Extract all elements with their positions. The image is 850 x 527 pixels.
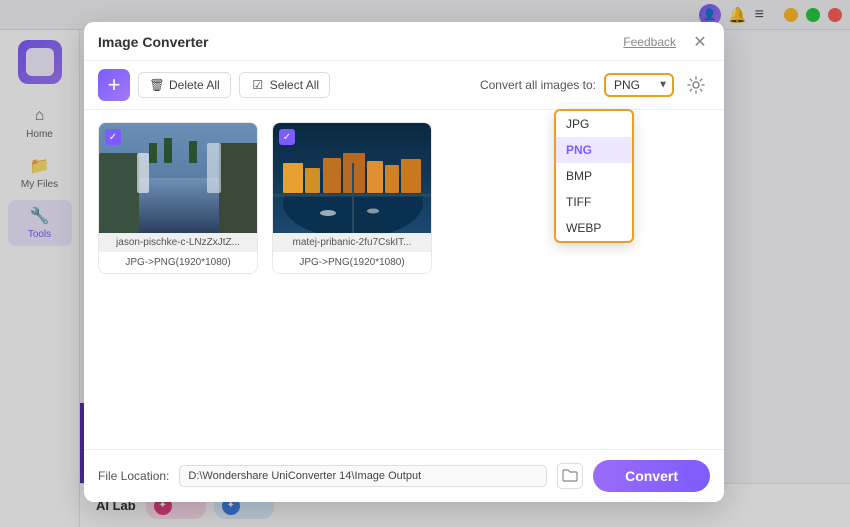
feedback-link[interactable]: Feedback xyxy=(623,35,676,49)
image-card-2-checkbox[interactable]: ✓ xyxy=(279,129,295,145)
image-card-2[interactable]: ✓ xyxy=(272,122,432,274)
dialog-title: Image Converter xyxy=(98,34,208,50)
aerial-city-svg xyxy=(273,123,431,233)
format-dropdown: JPG PNG BMP TIFF WEBP xyxy=(554,109,634,243)
select-icon: ☑ xyxy=(250,77,266,93)
format-selector[interactable]: PNG xyxy=(604,73,674,97)
toolbar-row: + 🗑 Delete All ☑ Select All Convert all … xyxy=(84,61,724,110)
dialog-header: Image Converter Feedback ✕ xyxy=(84,22,724,61)
format-option-webp[interactable]: WEBP xyxy=(556,215,632,241)
format-option-jpg[interactable]: JPG xyxy=(556,111,632,137)
waterfall-image xyxy=(99,123,257,233)
add-image-button[interactable]: + xyxy=(98,69,130,101)
format-option-bmp[interactable]: BMP xyxy=(556,163,632,189)
format-option-png[interactable]: PNG xyxy=(556,137,632,163)
convert-all-label: Convert all images to: xyxy=(480,78,596,92)
waterfall-svg xyxy=(99,123,257,233)
image-card-2-name: matej-pribanic-2fu7CskIT... xyxy=(273,233,431,251)
dialog-header-actions: Feedback ✕ xyxy=(623,32,710,52)
format-option-tiff[interactable]: TIFF xyxy=(556,189,632,215)
image-card-2-label: JPG->PNG(1920*1080) xyxy=(273,251,431,273)
select-all-button[interactable]: ☑ Select All xyxy=(239,72,330,98)
image-card-2-thumbnail xyxy=(273,123,431,233)
image-converter-dialog: Image Converter Feedback ✕ + 🗑 Delete Al… xyxy=(84,22,724,502)
browse-folder-button[interactable] xyxy=(557,463,583,489)
file-location-label: File Location: xyxy=(98,469,169,483)
settings-button[interactable] xyxy=(682,71,710,99)
delete-icon: 🗑 xyxy=(149,77,165,93)
dialog-close-button[interactable]: ✕ xyxy=(690,32,710,52)
image-card-1-thumbnail xyxy=(99,123,257,233)
convert-button[interactable]: Convert xyxy=(593,460,710,492)
gear-icon xyxy=(687,76,705,94)
delete-all-button[interactable]: 🗑 Delete All xyxy=(138,72,231,98)
app-background: 👤 🔔 ≡ ⌂ Home 📁 My Files 🔧 Tools xyxy=(0,0,850,527)
format-selector-wrapper: PNG ▼ JPG PNG BMP TIFF WEBP xyxy=(604,73,674,97)
folder-open-icon xyxy=(562,468,578,484)
image-card-1-label: JPG->PNG(1920*1080) xyxy=(99,251,257,273)
image-card-1[interactable]: ✓ xyxy=(98,122,258,274)
file-location-input[interactable] xyxy=(179,465,547,487)
image-card-1-name: jason-pischke-c-LNzZxJtZ... xyxy=(99,233,257,251)
image-card-1-checkbox[interactable]: ✓ xyxy=(105,129,121,145)
dialog-footer: File Location: Convert xyxy=(84,449,724,502)
